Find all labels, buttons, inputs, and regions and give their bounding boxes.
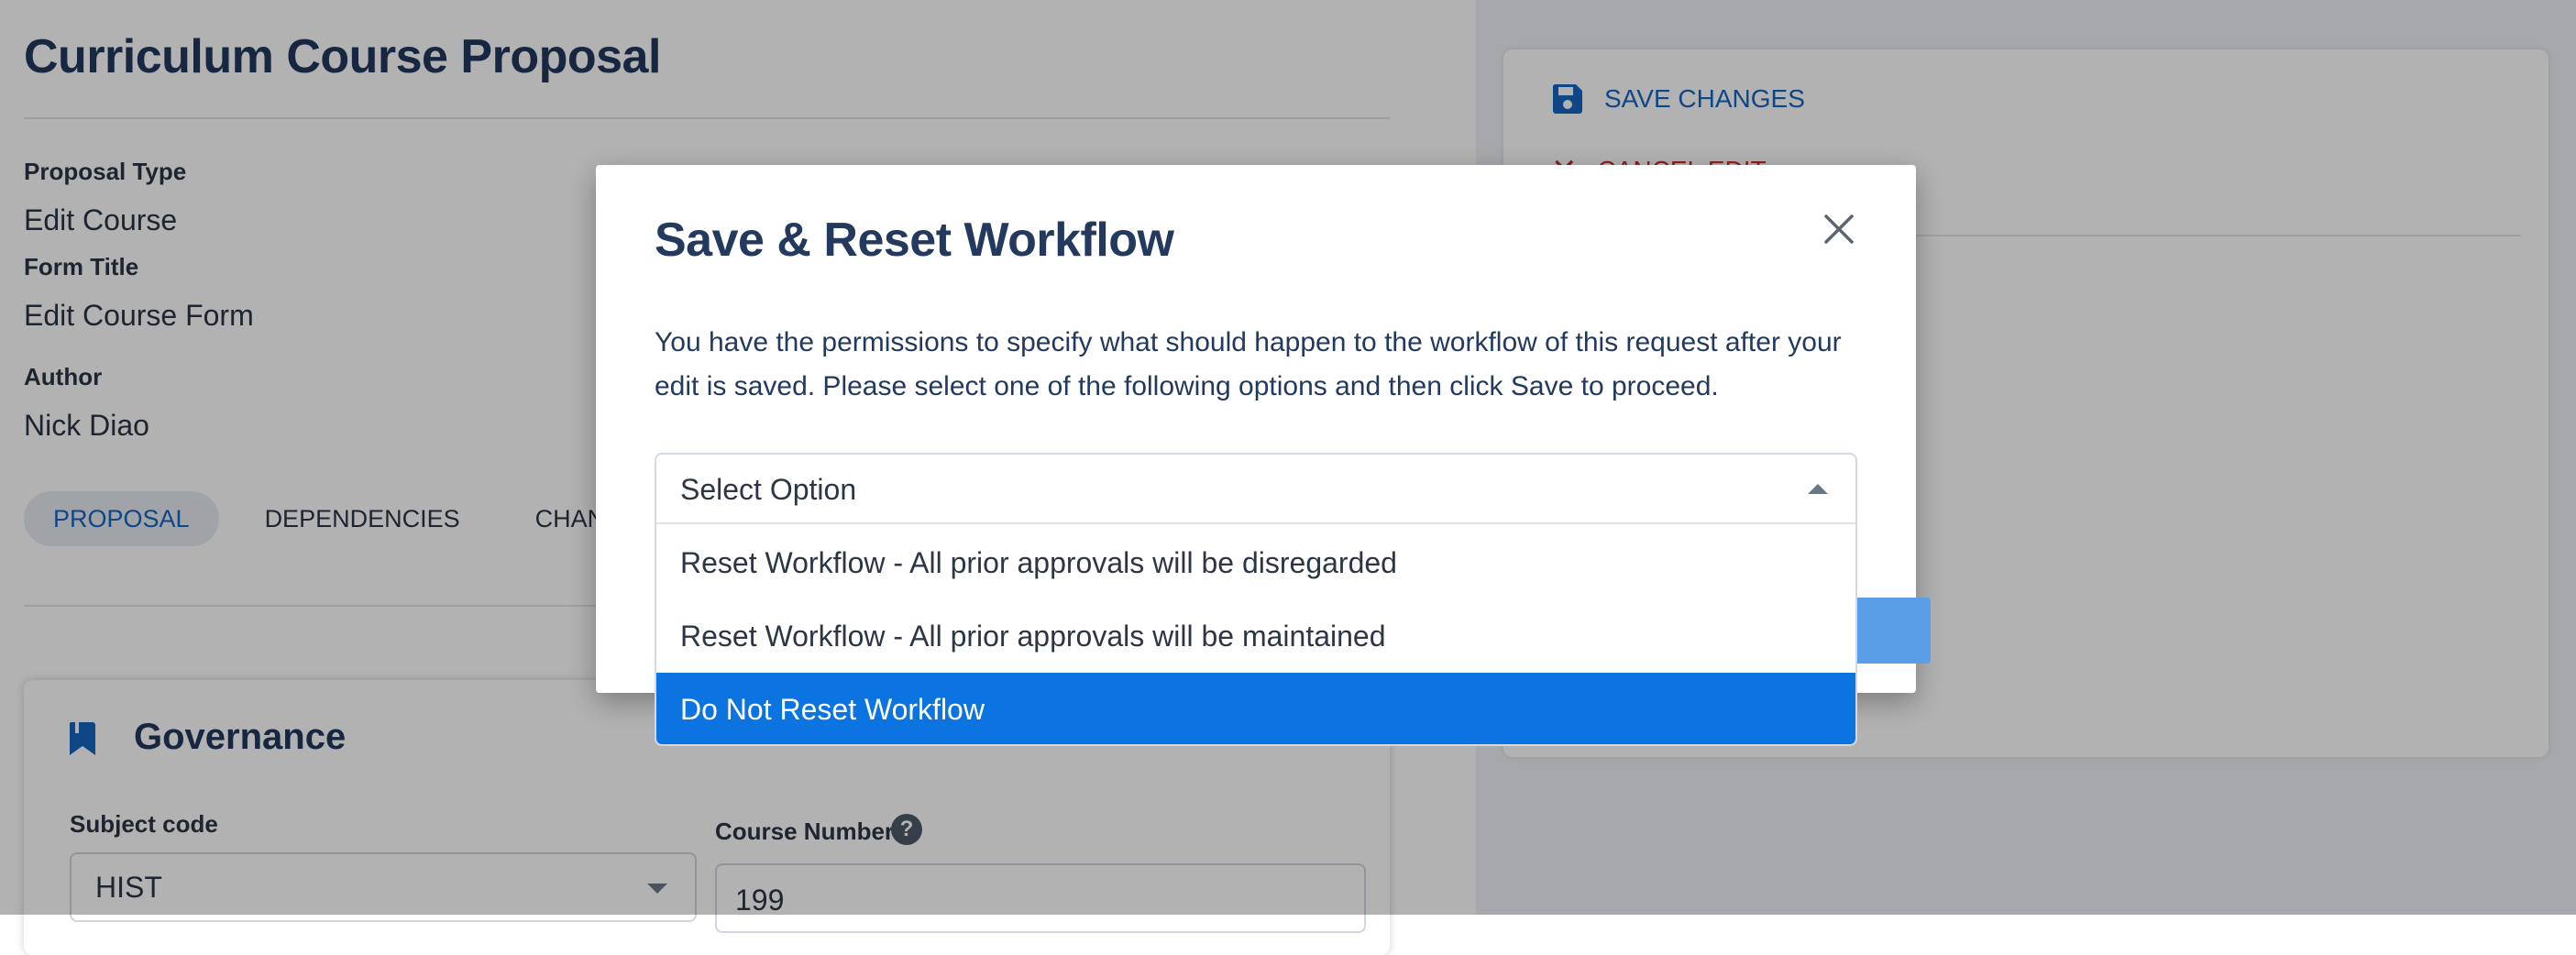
modal-message: You have the permissions to specify what…	[655, 327, 1842, 401]
option-reset-disregard[interactable]: Reset Workflow - All prior approvals wil…	[656, 526, 1855, 599]
close-icon[interactable]	[1819, 209, 1859, 249]
workflow-option-dropdown: Reset Workflow - All prior approvals wil…	[655, 453, 1857, 746]
modal-title: Save & Reset Workflow	[655, 214, 1174, 267]
option-reset-maintain[interactable]: Reset Workflow - All prior approvals wil…	[656, 599, 1855, 673]
workflow-option-search-input[interactable]	[680, 469, 1734, 510]
workflow-option-select[interactable]	[656, 455, 1855, 524]
chevron-up-icon[interactable]	[1808, 484, 1828, 494]
option-do-not-reset[interactable]: Do Not Reset Workflow	[656, 673, 1855, 744]
